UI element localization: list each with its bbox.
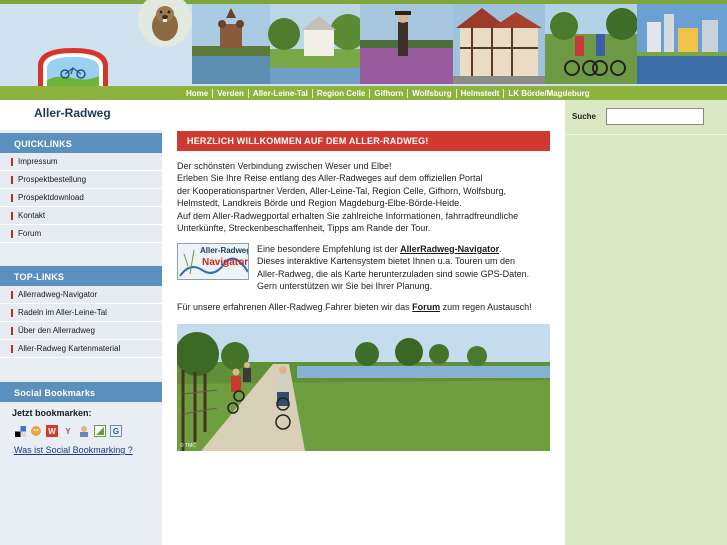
navigator-recommendation: Eine besondere Empfehlung ist der AllerR… <box>257 243 557 293</box>
navigator-logo-bottom: Navigator <box>202 257 248 268</box>
welcome-banner: HERZLICH WILLKOMMEN AUF DEM ALLER-RADWEG… <box>177 131 550 151</box>
site-title: Aller-Radweg <box>34 106 111 120</box>
nav-verden[interactable]: Verden <box>213 89 248 98</box>
quicklinks-header: QUICKLINKS <box>0 133 162 153</box>
main-navigation: Home Verden Aller-Leine-Tal Region Celle… <box>0 86 727 100</box>
rec-line: Gern unterstützen wir Sie bei Ihrer Plan… <box>257 281 433 292</box>
intro-line: Auf dem Aller-Radwegportal erhalten Sie … <box>177 210 519 221</box>
search-input[interactable] <box>606 108 704 125</box>
linkarena-icon[interactable] <box>78 425 90 437</box>
main-content: HERZLICH WILLKOMMEN AUF DEM ALLER-RADWEG… <box>162 100 565 545</box>
nav-aller-leine-tal[interactable]: Aller-Leine-Tal <box>249 89 312 98</box>
google-bookmarks-icon[interactable]: G <box>110 425 122 437</box>
photo-credit: © TMC <box>180 443 196 449</box>
intro-line: Unterkünfte, Streckenbeschaffenheit, Tip… <box>177 223 431 234</box>
rec-line: Aller-Radweg, die als Karte herunterzula… <box>257 268 530 279</box>
toplink-kartenmaterial[interactable]: Aller-Radweg Kartenmaterial <box>0 340 162 358</box>
intro-line: Erleben Sie Ihre Reise entlang des Aller… <box>177 173 483 184</box>
bookmark-label: Jetzt bookmarken: <box>12 408 92 418</box>
navigator-logo-image[interactable]: Aller-Radweg Navigator <box>177 243 249 280</box>
folkd-icon[interactable] <box>94 425 106 437</box>
toplink-label: Radeln im Aller-Leine-Tal <box>18 308 107 317</box>
nav-home[interactable]: Home <box>182 89 212 98</box>
quicklink-label: Prospektdownload <box>18 193 84 202</box>
rec-line: Dieses interaktive Kartensystem bietet I… <box>257 256 515 267</box>
nav-region-celle[interactable]: Region Celle <box>313 89 369 98</box>
navigator-link[interactable]: AllerRadweg-Navigator <box>400 244 499 254</box>
nav-wolfsburg[interactable]: Wolfsburg <box>408 89 455 98</box>
webnews-icon[interactable]: W <box>46 425 58 437</box>
social-bookmarks-header: Social Bookmarks <box>0 382 162 402</box>
header-banner <box>0 0 727 86</box>
intro-line: Helmstedt, Landkreis Börde und Region Ma… <box>177 198 462 209</box>
toplink-label: Über den Allerradweg <box>18 326 95 335</box>
bookmark-icons: W Y G <box>14 425 122 437</box>
toplink-ueber-allerradweg[interactable]: Über den Allerradweg <box>0 322 162 340</box>
cyclists-photo: © TMC <box>177 324 550 451</box>
site-title-box: Aller-Radweg <box>0 100 162 130</box>
toplink-navigator[interactable]: Allerradweg-Navigator <box>0 286 162 304</box>
rec-post: . <box>499 244 502 254</box>
rec-pre: Eine besondere Empfehlung ist der <box>257 244 401 254</box>
nav-gifhorn[interactable]: Gifhorn <box>370 89 407 98</box>
quicklink-label: Forum <box>18 229 42 238</box>
quicklink-kontakt[interactable]: Kontakt <box>0 207 162 225</box>
right-divider <box>565 134 727 135</box>
toplink-aller-leine-tal[interactable]: Radeln im Aller-Leine-Tal <box>0 304 162 322</box>
yigg-icon[interactable]: Y <box>62 425 74 437</box>
navigator-logo-top: Aller-Radweg <box>200 246 249 255</box>
aller-radweg-logo[interactable] <box>30 44 116 86</box>
quicklink-label: Impressum <box>18 157 58 166</box>
quicklink-forum[interactable]: Forum <box>0 225 162 243</box>
forum-pre: Für unsere erfahrenen Aller-Radweg Fahre… <box>177 302 413 312</box>
social-bookmarking-info-link[interactable]: Was ist Social Bookmarking ? <box>14 445 133 455</box>
quicklink-impressum[interactable]: Impressum <box>0 153 162 171</box>
quicklink-label: Prospektbestellung <box>18 175 87 184</box>
header-photo-strip <box>192 4 727 84</box>
quicklink-prospektbestellung[interactable]: Prospektbestellung <box>0 171 162 189</box>
intro-line: Der schönsten Verbindung zwischen Weser … <box>177 161 392 171</box>
intro-text: Der schönsten Verbindung zwischen Weser … <box>177 160 557 234</box>
right-sidebar: Suche <box>565 100 727 545</box>
forum-invitation: Für unsere erfahrenen Aller-Radweg Fahre… <box>177 301 557 313</box>
toplinks-header: TOP-LINKS <box>0 266 162 286</box>
mister-wong-icon[interactable] <box>30 425 42 437</box>
search-label: Suche <box>572 112 597 121</box>
quicklink-label: Kontakt <box>18 211 46 220</box>
intro-line: der Kooperationspartner Verden, Aller-Le… <box>177 185 507 196</box>
nav-helmstedt[interactable]: Helmstedt <box>457 89 504 98</box>
toplink-label: Aller-Radweg Kartenmaterial <box>18 344 121 353</box>
forum-link[interactable]: Forum <box>412 302 440 312</box>
beaver-mascot-image <box>138 0 192 47</box>
rec-first-line: Eine besondere Empfehlung ist der AllerR… <box>257 243 557 255</box>
toplink-label: Allerradweg-Navigator <box>18 290 98 299</box>
nav-lk-boerde-magdeburg[interactable]: LK Börde/Magdeburg <box>504 89 593 98</box>
forum-post: zum regen Austausch! <box>440 302 532 312</box>
quicklink-prospektdownload[interactable]: Prospektdownload <box>0 189 162 207</box>
left-sidebar: Aller-Radweg QUICKLINKS Impressum Prospe… <box>0 100 162 545</box>
delicious-icon[interactable] <box>14 425 26 437</box>
